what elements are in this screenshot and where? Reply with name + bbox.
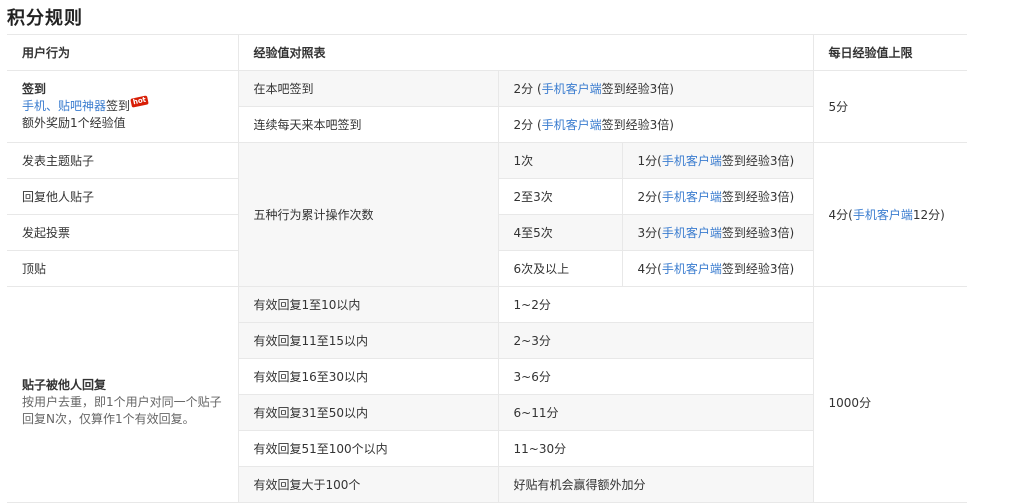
replied-title: 贴子被他人回复 bbox=[22, 378, 107, 392]
count-cell: 6次及以上 bbox=[498, 250, 623, 287]
signin-tools-suffix: 签到 bbox=[106, 99, 131, 113]
value-prefix: 3分( bbox=[637, 226, 662, 240]
count-cell: 4至5次 bbox=[498, 214, 623, 251]
posting-limit: 4分(手机客户端12分) bbox=[812, 142, 968, 287]
signin-bonus: 额外奖励1个经验值 bbox=[22, 116, 126, 130]
hot-badge: hot bbox=[130, 95, 149, 108]
posting-action: 回复他人贴子 bbox=[7, 178, 238, 215]
signin-limit: 5分 bbox=[812, 70, 968, 143]
exp-label: 有效回复51至100个以内 bbox=[237, 430, 499, 467]
signin-title: 签到 bbox=[22, 82, 47, 96]
page-title: 积分规则 bbox=[7, 8, 83, 29]
exp-label: 有效回复31至50以内 bbox=[237, 394, 499, 431]
exp-value: 1分(手机客户端签到经验3倍) bbox=[622, 142, 814, 179]
limit-prefix: 4分( bbox=[828, 208, 853, 222]
value-prefix: 4分( bbox=[637, 262, 662, 276]
exp-value: 1~2分 bbox=[498, 286, 814, 323]
posting-group-label: 五种行为累计操作次数 bbox=[237, 142, 499, 287]
exp-value: 3分(手机客户端签到经验3倍) bbox=[622, 214, 814, 251]
value-suffix: 签到经验3倍) bbox=[601, 82, 674, 96]
header-exp-table: 经验值对照表 bbox=[237, 34, 814, 71]
replied-action-cell: 贴子被他人回复 按用户去重，即1个用户对同一个贴子 回复N次，仅算作1个有效回复… bbox=[7, 286, 238, 503]
table-row: 签到 手机、贴吧神器签到 hot 额外奖励1个经验值 在本吧签到 2分 (手机客户… bbox=[7, 70, 968, 143]
posting-action: 发表主题贴子 bbox=[7, 142, 238, 179]
header-daily-limit: 每日经验值上限 bbox=[813, 34, 968, 71]
mobile-client-link[interactable]: 手机客户端 bbox=[662, 262, 722, 276]
replied-note-line2: 回复N次，仅算作1个有效回复。 bbox=[22, 412, 195, 426]
value-suffix: 签到经验3倍) bbox=[601, 118, 674, 132]
exp-label: 有效回复1至10以内 bbox=[237, 286, 499, 323]
posting-action: 发起投票 bbox=[7, 214, 238, 251]
mobile-client-link[interactable]: 手机客户端 bbox=[662, 190, 722, 204]
exp-label: 在本吧签到 bbox=[237, 70, 499, 107]
exp-label: 有效回复11至15以内 bbox=[237, 322, 499, 359]
exp-value: 11~30分 bbox=[498, 430, 814, 467]
replied-note-line1: 按用户去重，即1个用户对同一个贴子 bbox=[22, 395, 222, 409]
mobile-client-link[interactable]: 手机客户端 bbox=[662, 226, 722, 240]
exp-value: 3~6分 bbox=[498, 358, 814, 395]
replied-limit: 1000分 bbox=[812, 286, 968, 503]
value-suffix: 签到经验3倍) bbox=[721, 226, 795, 240]
header-action: 用户行为 bbox=[7, 34, 238, 71]
table-header-row: 用户行为 经验值对照表 每日经验值上限 bbox=[7, 34, 968, 71]
mobile-client-link[interactable]: 手机客户端 bbox=[542, 118, 602, 132]
exp-value: 2分 (手机客户端签到经验3倍) bbox=[498, 106, 814, 143]
exp-value: 好贴有机会赢得额外加分 bbox=[498, 466, 814, 503]
limit-suffix: 12分) bbox=[912, 208, 945, 222]
exp-label: 有效回复大于100个 bbox=[237, 466, 499, 503]
exp-label: 连续每天来本吧签到 bbox=[237, 106, 499, 143]
exp-value: 4分(手机客户端签到经验3倍) bbox=[622, 250, 814, 287]
signin-tools-link[interactable]: 手机、贴吧神器 bbox=[22, 99, 106, 113]
table-row: 发表主题贴子 五种行为累计操作次数 1次 1分(手机客户端签到经验3倍) 4分(… bbox=[7, 142, 968, 287]
mobile-client-link[interactable]: 手机客户端 bbox=[542, 82, 602, 96]
value-prefix: 2分 ( bbox=[513, 118, 542, 132]
exp-value: 2~3分 bbox=[498, 322, 814, 359]
value-suffix: 签到经验3倍) bbox=[721, 262, 795, 276]
exp-label: 有效回复16至30以内 bbox=[237, 358, 499, 395]
exp-value: 2分(手机客户端签到经验3倍) bbox=[622, 178, 814, 215]
exp-value: 6~11分 bbox=[498, 394, 814, 431]
value-prefix: 2分 ( bbox=[513, 82, 542, 96]
value-prefix: 1分( bbox=[637, 154, 662, 168]
points-rules-table: 用户行为 经验值对照表 每日经验值上限 签到 手机、贴吧神器签到 hot 额外奖励… bbox=[7, 34, 968, 503]
value-suffix: 签到经验3倍) bbox=[721, 154, 795, 168]
value-prefix: 2分( bbox=[637, 190, 662, 204]
posting-action: 顶贴 bbox=[7, 250, 238, 287]
value-suffix: 签到经验3倍) bbox=[721, 190, 795, 204]
table-row: 贴子被他人回复 按用户去重，即1个用户对同一个贴子 回复N次，仅算作1个有效回复… bbox=[7, 286, 968, 503]
mobile-client-link[interactable]: 手机客户端 bbox=[662, 154, 722, 168]
count-cell: 2至3次 bbox=[498, 178, 623, 215]
signin-action-cell: 签到 手机、贴吧神器签到 hot 额外奖励1个经验值 bbox=[7, 70, 238, 143]
exp-value: 2分 (手机客户端签到经验3倍) bbox=[498, 70, 814, 107]
count-cell: 1次 bbox=[498, 142, 623, 179]
mobile-client-link[interactable]: 手机客户端 bbox=[853, 208, 913, 222]
